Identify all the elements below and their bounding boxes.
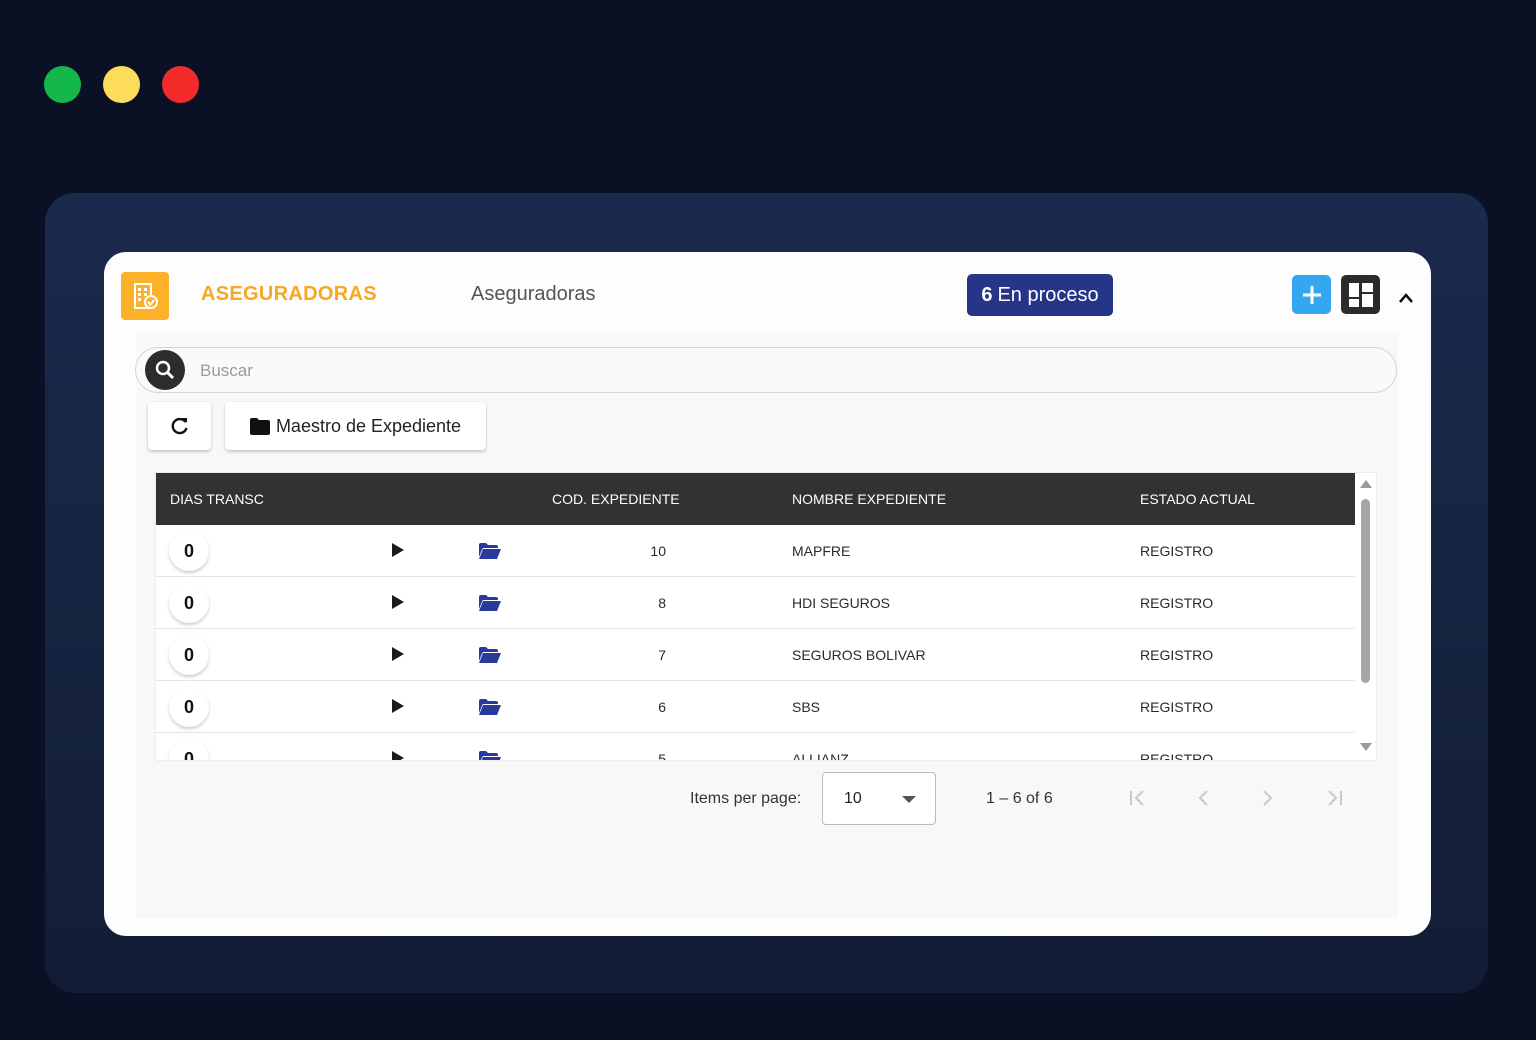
- scroll-thumb[interactable]: [1361, 499, 1370, 683]
- table-row[interactable]: 0 8 HDI SEGUROS REGISTRO: [156, 577, 1355, 629]
- previous-page-button[interactable]: [1191, 786, 1215, 810]
- chevron-up-icon: [1399, 293, 1413, 303]
- dias-transc-badge: 0: [169, 635, 209, 675]
- window-maximize-dot-red[interactable]: [162, 66, 199, 103]
- dias-transc-badge: 0: [169, 739, 209, 760]
- play-icon[interactable]: [391, 698, 405, 714]
- nombre-expediente-cell: SEGUROS BOLIVAR: [792, 647, 926, 663]
- chevron-left-icon: [1198, 790, 1208, 806]
- collapse-button[interactable]: [1396, 288, 1416, 308]
- building-logo-icon: [121, 272, 169, 320]
- cod-expediente-cell: 6: [658, 699, 666, 715]
- table-row[interactable]: 0 10 MAPFRE REGISTRO: [156, 525, 1355, 577]
- folder-open-icon[interactable]: [479, 751, 501, 760]
- last-page-icon: [1328, 790, 1342, 806]
- page-subtitle: Aseguradoras: [471, 283, 596, 305]
- first-page-button[interactable]: [1126, 786, 1150, 810]
- col-estado-actual[interactable]: ESTADO ACTUAL: [1140, 491, 1255, 507]
- col-nombre-expediente[interactable]: NOMBRE EXPEDIENTE: [792, 491, 946, 507]
- paginator: Items per page: 10 1 – 6 of 6: [104, 772, 1431, 828]
- table-row[interactable]: 0 5 ALLIANZ REGISTRO: [156, 733, 1355, 760]
- folder-open-icon[interactable]: [479, 699, 501, 715]
- table-scrollbar[interactable]: [1356, 473, 1376, 760]
- page-size-select[interactable]: 10: [822, 772, 936, 825]
- maestro-label: Maestro de Expediente: [275, 415, 462, 436]
- play-icon[interactable]: [391, 750, 405, 760]
- page-title: ASEGURADORAS: [201, 283, 377, 305]
- scroll-up-arrow-icon[interactable]: [1360, 479, 1372, 488]
- window-minimize-dot-yellow[interactable]: [103, 66, 140, 103]
- cod-expediente-cell: 8: [658, 595, 666, 611]
- estado-actual-cell: REGISTRO: [1140, 543, 1214, 559]
- folder-open-icon[interactable]: [479, 647, 501, 663]
- status-badge[interactable]: 6 En proceso: [967, 274, 1113, 316]
- cod-expediente-cell: 7: [658, 647, 666, 663]
- col-dias-transc[interactable]: DIAS TRANSC: [170, 491, 264, 507]
- maestro-expediente-button[interactable]: Maestro de Expediente: [225, 402, 486, 450]
- play-icon[interactable]: [391, 646, 405, 662]
- dias-transc-badge: 0: [169, 583, 209, 623]
- expedientes-table: DIAS TRANSC COD. EXPEDIENTE NOMBRE EXPED…: [156, 473, 1376, 760]
- table-row[interactable]: 0 7 SEGUROS BOLIVAR REGISTRO: [156, 629, 1355, 681]
- search-icon[interactable]: [145, 350, 185, 390]
- refresh-icon: [171, 417, 188, 435]
- dias-transc-badge: 0: [169, 687, 209, 727]
- table-header: DIAS TRANSC COD. EXPEDIENTE NOMBRE EXPED…: [156, 473, 1355, 525]
- window-close-dot-green[interactable]: [44, 66, 81, 103]
- play-icon[interactable]: [391, 542, 405, 558]
- status-label: En proceso: [997, 283, 1099, 306]
- table-row[interactable]: 0 6 SBS REGISTRO: [156, 681, 1355, 733]
- estado-actual-cell: REGISTRO: [1140, 647, 1214, 663]
- play-icon[interactable]: [391, 594, 405, 610]
- page-range-label: 1 – 6 of 6: [986, 790, 1053, 807]
- nombre-expediente-cell: MAPFRE: [792, 543, 851, 559]
- dias-transc-badge: 0: [169, 531, 209, 571]
- nombre-expediente-cell: SBS: [792, 699, 821, 715]
- first-page-icon: [1130, 790, 1144, 806]
- dropdown-arrow-icon: [902, 796, 916, 803]
- next-page-button[interactable]: [1256, 786, 1280, 810]
- nombre-expediente-cell: HDI SEGUROS: [792, 595, 891, 611]
- folder-open-icon[interactable]: [479, 543, 501, 559]
- last-page-button[interactable]: [1322, 786, 1346, 810]
- search-bar: [135, 347, 1397, 393]
- status-count: 6: [981, 283, 993, 306]
- items-per-page-label: Items per page:: [690, 790, 802, 807]
- estado-actual-cell: REGISTRO: [1140, 595, 1214, 611]
- cod-expediente-cell: 10: [650, 543, 666, 559]
- dashboard-icon: [1348, 282, 1373, 307]
- folder-icon: [249, 417, 270, 435]
- dashboard-view-button[interactable]: [1341, 275, 1380, 314]
- refresh-button[interactable]: [148, 402, 211, 450]
- estado-actual-cell: REGISTRO: [1140, 699, 1214, 715]
- folder-open-icon[interactable]: [479, 595, 501, 611]
- app-card: ASEGURADORAS Aseguradoras 6 En proceso B…: [104, 252, 1431, 936]
- search-input[interactable]: [198, 356, 1352, 386]
- estado-actual-cell: REGISTRO: [1140, 751, 1214, 760]
- page-size-value: 10: [844, 790, 862, 807]
- col-cod-expediente[interactable]: COD. EXPEDIENTE: [552, 491, 680, 507]
- nombre-expediente-cell: ALLIANZ: [792, 751, 849, 760]
- plus-icon: [1302, 285, 1321, 304]
- chevron-right-icon: [1263, 790, 1273, 806]
- cod-expediente-cell: 5: [658, 751, 666, 760]
- add-button[interactable]: [1292, 275, 1331, 314]
- table-body: 0 10 MAPFRE REGISTRO 0 8 HDI SEGUROS REGISTRO 0 7…: [156, 525, 1355, 760]
- scroll-down-arrow-icon[interactable]: [1360, 743, 1372, 752]
